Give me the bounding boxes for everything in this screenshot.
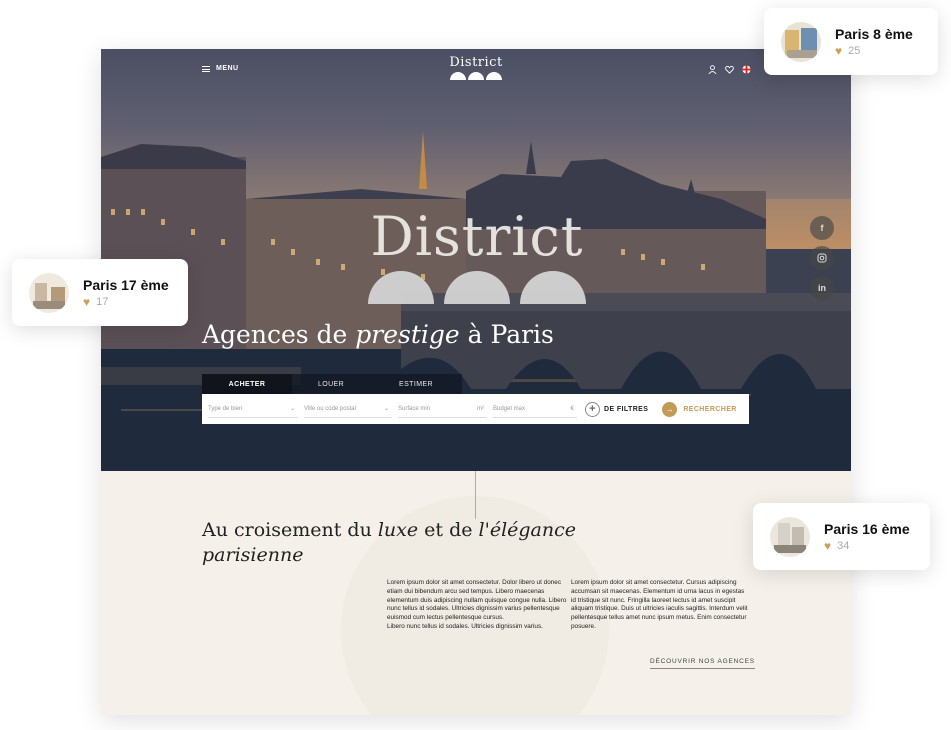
header-logo[interactable]: District <box>445 56 507 80</box>
agency-card-paris-17[interactable]: Paris 17 ème ♥ 17 <box>12 259 188 326</box>
currency-label: € <box>570 405 574 412</box>
field-placeholder: Surface min <box>398 405 431 412</box>
header-logo-text: District <box>449 55 503 70</box>
hero-title-emphasis: prestige <box>355 320 460 349</box>
about-title: Au croisement du luxe et de l'élégance p… <box>202 518 582 568</box>
discover-agencies-link[interactable]: DÉCOUVRIR NOS AGENCES <box>650 658 755 669</box>
tab-louer[interactable]: LOUER <box>292 374 370 394</box>
property-type-select[interactable]: Type de bien ⌄ <box>208 400 298 418</box>
city-select[interactable]: Ville ou code postal ⌄ <box>304 400 392 418</box>
chevron-down-icon: ⌄ <box>383 406 389 412</box>
agency-name: Paris 8 ème <box>835 26 913 42</box>
about-paragraph: Libero nunc tellus id sodales. Ultricies… <box>387 622 543 630</box>
heart-icon[interactable] <box>724 64 734 74</box>
agency-photo <box>781 21 821 62</box>
about-column-2: Lorem ipsum dolor sit amet consectetur. … <box>571 579 751 632</box>
unit-label: m² <box>477 405 484 412</box>
search-label: RECHERCHER <box>683 405 737 413</box>
hero-logo: District <box>363 207 591 304</box>
about-title-emphasis: parisienne <box>202 544 304 566</box>
filters-label: DE FILTRES <box>604 405 649 413</box>
agency-photo <box>29 272 69 313</box>
user-icon[interactable] <box>707 64 717 74</box>
about-paragraph: Lorem ipsum dolor sit amet consectetur. … <box>387 579 567 622</box>
heart-icon: ♥ <box>835 44 843 58</box>
budget-max-input[interactable]: Budget max € <box>493 400 577 418</box>
plus-icon: + <box>585 401 600 417</box>
agency-photo <box>770 516 810 557</box>
agency-card-paris-8[interactable]: Paris 8 ème ♥ 25 <box>764 8 938 75</box>
surface-min-input[interactable]: Surface min m² <box>398 400 487 418</box>
uk-flag-icon[interactable] <box>741 64 751 74</box>
search-tabs: ACHETER LOUER ESTIMER <box>202 374 462 394</box>
more-filters-button[interactable]: + DE FILTRES <box>585 401 649 417</box>
menu-button[interactable]: MENU <box>202 65 239 72</box>
linkedin-icon[interactable]: in <box>810 276 834 300</box>
hero-logo-domes <box>363 271 591 304</box>
hero-title: Agences de prestige à Paris <box>202 320 554 349</box>
field-placeholder: Budget max <box>493 405 526 412</box>
like-count: 17 <box>96 296 109 308</box>
field-placeholder: Type de bien <box>208 405 243 412</box>
like-count: 25 <box>848 45 861 57</box>
search-bar: Type de bien ⌄ Ville ou code postal ⌄ Su… <box>202 394 749 424</box>
tab-acheter[interactable]: ACHETER <box>202 374 292 394</box>
about-title-part: et de <box>418 519 479 541</box>
agency-name: Paris 16 ème <box>824 521 910 537</box>
divider-line <box>475 471 476 519</box>
about-paragraph: Lorem ipsum dolor sit amet consectetur. … <box>571 579 748 630</box>
hero-logo-text: District <box>370 205 584 268</box>
facebook-icon[interactable]: f <box>810 216 834 240</box>
about-title-part: Au croisement du <box>202 519 378 541</box>
chevron-down-icon: ⌄ <box>289 406 295 412</box>
search-button[interactable]: → RECHERCHER <box>662 401 737 417</box>
menu-label: MENU <box>216 65 239 72</box>
field-placeholder: Ville ou code postal <box>304 405 356 412</box>
header-icons <box>707 64 751 74</box>
tab-estimer[interactable]: ESTIMER <box>370 374 462 394</box>
hero-title-part: à Paris <box>459 320 554 349</box>
agency-name: Paris 17 ème <box>83 277 169 293</box>
agency-card-paris-16[interactable]: Paris 16 ème ♥ 34 <box>753 503 930 570</box>
hero-section: MENU District f in District Agences de p… <box>101 49 851 471</box>
instagram-icon[interactable] <box>810 246 834 270</box>
logo-domes <box>445 72 507 80</box>
heart-icon: ♥ <box>83 295 91 309</box>
hamburger-icon <box>202 65 210 72</box>
hero-title-part: Agences de <box>202 320 356 349</box>
social-links: f in <box>810 216 834 300</box>
like-count: 34 <box>837 540 850 552</box>
heart-icon: ♥ <box>824 539 832 553</box>
about-title-emphasis: luxe <box>377 519 419 541</box>
about-title-emphasis: l'élégance <box>478 519 577 541</box>
arrow-right-icon: → <box>662 401 678 417</box>
about-column-1: Lorem ipsum dolor sit amet consectetur. … <box>387 579 567 632</box>
